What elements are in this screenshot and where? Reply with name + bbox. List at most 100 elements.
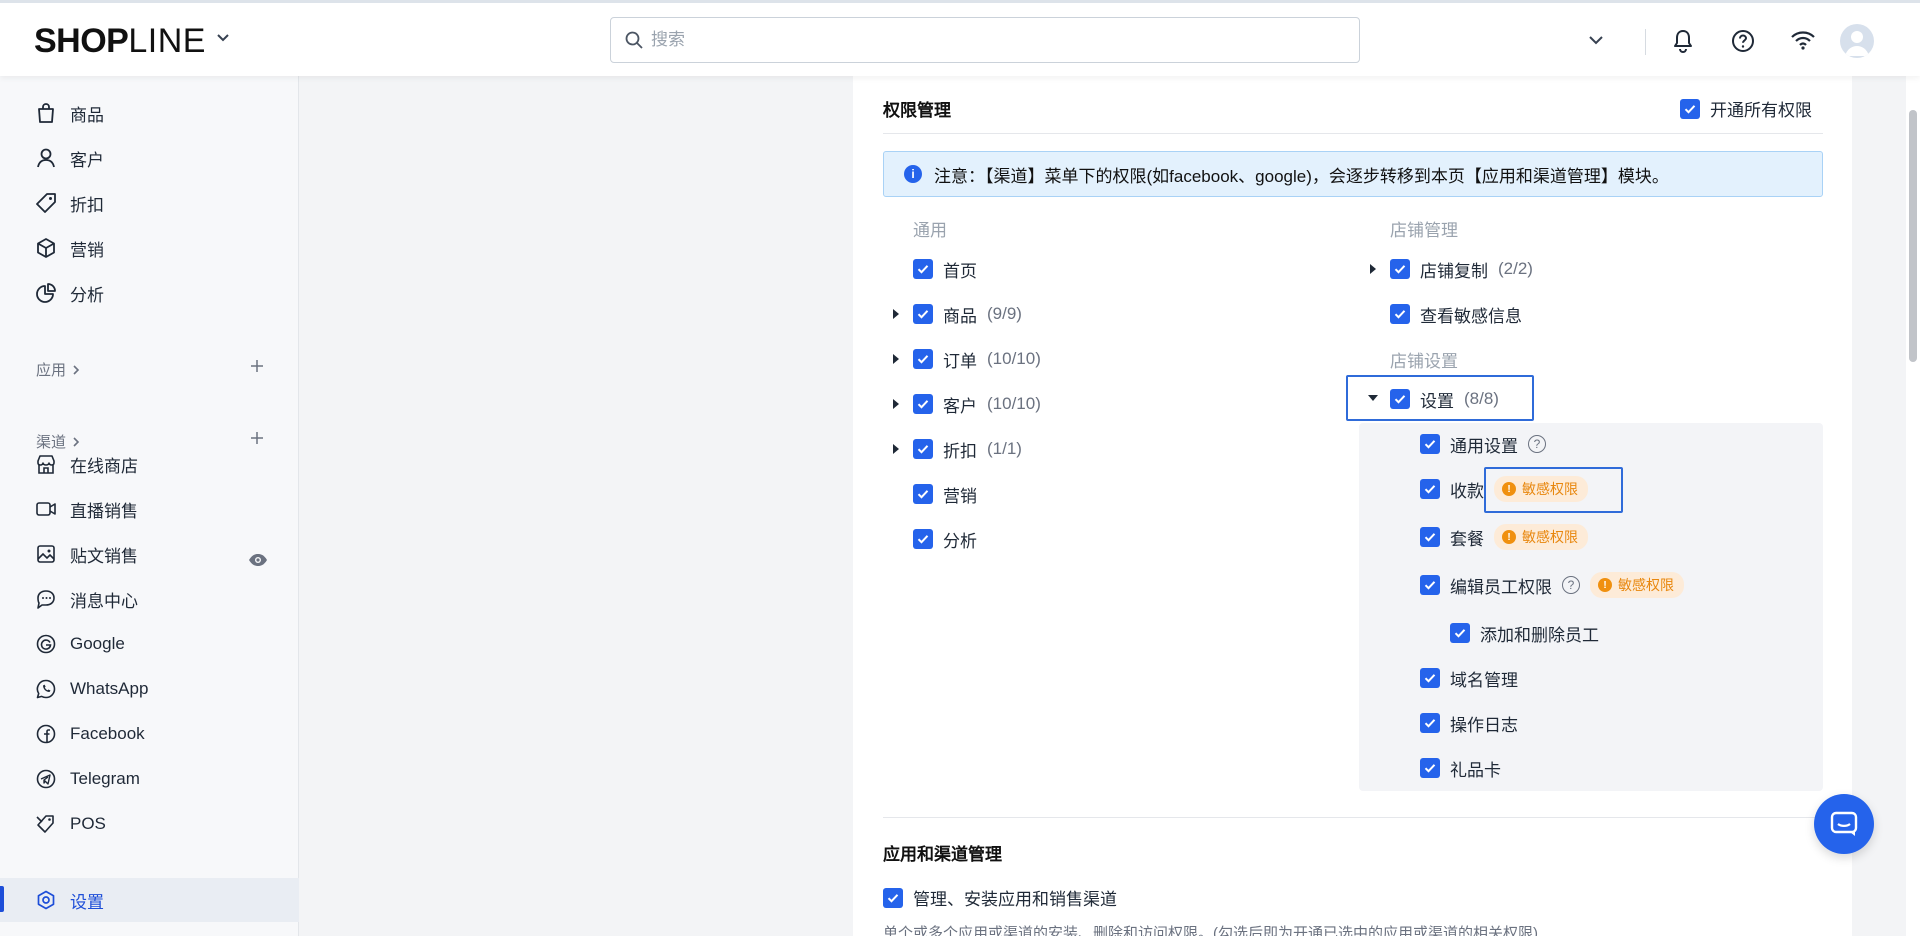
sidebar-item-facebook[interactable]: Facebook — [0, 713, 299, 755]
apps-channels-description: 单个或多个应用或渠道的安装、删除和访问权限。(勾选后即为开通已选中的应用或渠道的… — [883, 925, 1538, 936]
facebook-icon — [36, 724, 56, 744]
checkbox-checked-icon[interactable] — [1420, 758, 1440, 778]
person-icon — [36, 148, 56, 168]
checkbox-checked-icon[interactable] — [1420, 479, 1440, 499]
scrollbar[interactable] — [1906, 76, 1920, 936]
gear-hex-icon — [36, 890, 56, 910]
perm-row-domain-management[interactable]: 域名管理 — [1420, 666, 1518, 690]
sidebar-item-discounts[interactable]: 折扣 — [0, 182, 299, 224]
manage-apps-channels-checkbox[interactable]: 管理、安装应用和销售渠道 — [883, 885, 1117, 910]
avatar[interactable] — [1840, 24, 1874, 58]
checkbox-checked-icon[interactable] — [1420, 434, 1440, 454]
checkbox-checked-icon[interactable] — [913, 529, 933, 549]
perm-row-discounts[interactable]: 折扣 (1/1) — [913, 437, 1022, 461]
warning-icon: ! — [1502, 530, 1516, 544]
checkbox-checked-icon[interactable] — [1420, 668, 1440, 688]
expand-arrow-icon[interactable] — [1370, 264, 1376, 274]
sidebar-item-products[interactable]: 商品 — [0, 92, 299, 134]
sidebar-item-online-store[interactable]: 在线商店 — [0, 443, 299, 485]
help-icon[interactable]: ? — [1528, 435, 1546, 453]
checkbox-checked-icon[interactable] — [1390, 259, 1410, 279]
enable-all-permissions-checkbox[interactable]: 开通所有权限 — [1680, 96, 1812, 121]
bag-icon — [36, 103, 56, 123]
add-app-plus-icon[interactable] — [250, 359, 264, 373]
group-title-store-management: 店铺管理 — [1390, 221, 1458, 240]
checkbox-checked-icon[interactable] — [883, 887, 903, 908]
perm-row-plans[interactable]: 套餐 ! 敏感权限 — [1420, 524, 1588, 550]
perm-row-operation-log[interactable]: 操作日志 — [1420, 711, 1518, 735]
perm-row-edit-staff-permissions[interactable]: 编辑员工权限 ? ! 敏感权限 — [1420, 572, 1684, 598]
video-icon — [36, 499, 56, 519]
checkbox-checked-icon[interactable] — [1680, 98, 1700, 119]
checkbox-checked-icon[interactable] — [913, 484, 933, 504]
apps-channels-title: 应用和渠道管理 — [883, 845, 1002, 864]
perm-row-products[interactable]: 商品 (9/9) — [913, 302, 1022, 326]
chevron-down-icon[interactable] — [216, 33, 230, 43]
perm-row-home[interactable]: 首页 — [913, 257, 977, 281]
highlight-box — [1484, 467, 1623, 513]
expand-arrow-icon[interactable] — [893, 444, 899, 454]
shopline-logo[interactable]: SHOP LINE — [34, 21, 206, 61]
notice-banner: i 注意：【渠道】菜单下的权限(如facebook、google)，会逐步转移到… — [883, 151, 1823, 197]
sidebar-item-whatsapp[interactable]: WhatsApp — [0, 668, 299, 710]
pie-chart-icon — [36, 283, 56, 303]
checkbox-checked-icon[interactable] — [1420, 575, 1440, 595]
sidebar-item-message-center[interactable]: 消息中心 — [0, 578, 299, 620]
search-box[interactable] — [610, 17, 1360, 63]
help-icon[interactable]: ? — [1562, 576, 1580, 594]
bell-icon[interactable] — [1672, 29, 1694, 53]
divider — [883, 817, 1823, 818]
group-title-general: 通用 — [913, 221, 947, 240]
scrollbar-thumb[interactable] — [1909, 110, 1917, 362]
expand-arrow-icon[interactable] — [893, 309, 899, 319]
checkbox-checked-icon[interactable] — [1450, 623, 1470, 643]
top-bar: SHOP LINE — [0, 0, 1920, 76]
help-icon[interactable] — [1731, 29, 1755, 53]
sidebar-item-pos[interactable]: POS — [0, 803, 299, 845]
perm-row-store-copy[interactable]: 店铺复制 (2/2) — [1390, 257, 1533, 281]
sidebar-item-live-selling[interactable]: 直播销售 — [0, 488, 299, 530]
pos-tag-icon — [36, 814, 56, 834]
sidebar-item-google[interactable]: Google — [0, 623, 299, 665]
perm-row-customers[interactable]: 客户 (10/10) — [913, 392, 1041, 416]
chat-icon — [36, 589, 56, 609]
section-title: 权限管理 — [883, 101, 951, 120]
expand-arrow-icon[interactable] — [893, 354, 899, 364]
checkbox-checked-icon[interactable] — [913, 259, 933, 279]
perm-row-orders[interactable]: 订单 (10/10) — [913, 347, 1041, 371]
whatsapp-icon — [36, 679, 56, 699]
wifi-icon[interactable] — [1790, 29, 1816, 51]
checkbox-checked-icon[interactable] — [913, 349, 933, 369]
telegram-icon — [36, 769, 56, 789]
perm-row-marketing[interactable]: 营销 — [913, 482, 977, 506]
checkbox-checked-icon[interactable] — [1420, 527, 1440, 547]
highlight-box — [1346, 375, 1534, 421]
permissions-panel: 权限管理 开通所有权限 i 注意：【渠道】菜单下的权限(如facebook、go… — [853, 76, 1852, 936]
perm-row-general-settings[interactable]: 通用设置 ? — [1420, 432, 1546, 456]
sidebar-item-post-selling[interactable]: 贴文销售 — [0, 533, 299, 575]
perm-row-analytics[interactable]: 分析 — [913, 527, 977, 551]
image-icon — [36, 544, 56, 564]
checkbox-checked-icon[interactable] — [913, 394, 933, 414]
perm-row-view-sensitive-info[interactable]: 查看敏感信息 — [1390, 302, 1522, 326]
sidebar-item-analytics[interactable]: 分析 — [0, 272, 299, 314]
sidebar-item-customers[interactable]: 客户 — [0, 137, 299, 179]
checkbox-checked-icon[interactable] — [913, 304, 933, 324]
checkbox-checked-icon[interactable] — [913, 439, 933, 459]
divider — [1645, 29, 1646, 55]
search-input[interactable] — [651, 30, 1331, 50]
chat-support-button[interactable] — [1814, 794, 1874, 854]
sidebar: 商品 客户 折扣 营销 分析 应用 渠道 在线商店 直播销售 贴文销售 消息中心… — [0, 76, 299, 936]
sidebar-item-telegram[interactable]: Telegram — [0, 758, 299, 800]
chevron-down-icon[interactable] — [1588, 35, 1604, 45]
expand-arrow-icon[interactable] — [893, 399, 899, 409]
checkbox-checked-icon[interactable] — [1390, 304, 1410, 324]
google-icon — [36, 634, 56, 654]
sidebar-item-settings[interactable]: 设置 — [0, 878, 299, 922]
checkbox-checked-icon[interactable] — [1420, 713, 1440, 733]
perm-row-add-remove-staff[interactable]: 添加和删除员工 — [1450, 621, 1599, 645]
sidebar-item-marketing[interactable]: 营销 — [0, 227, 299, 269]
perm-row-gift-card[interactable]: 礼品卡 — [1420, 756, 1501, 780]
apps-section-title[interactable]: 应用 — [36, 359, 80, 380]
tag-icon — [36, 193, 56, 213]
